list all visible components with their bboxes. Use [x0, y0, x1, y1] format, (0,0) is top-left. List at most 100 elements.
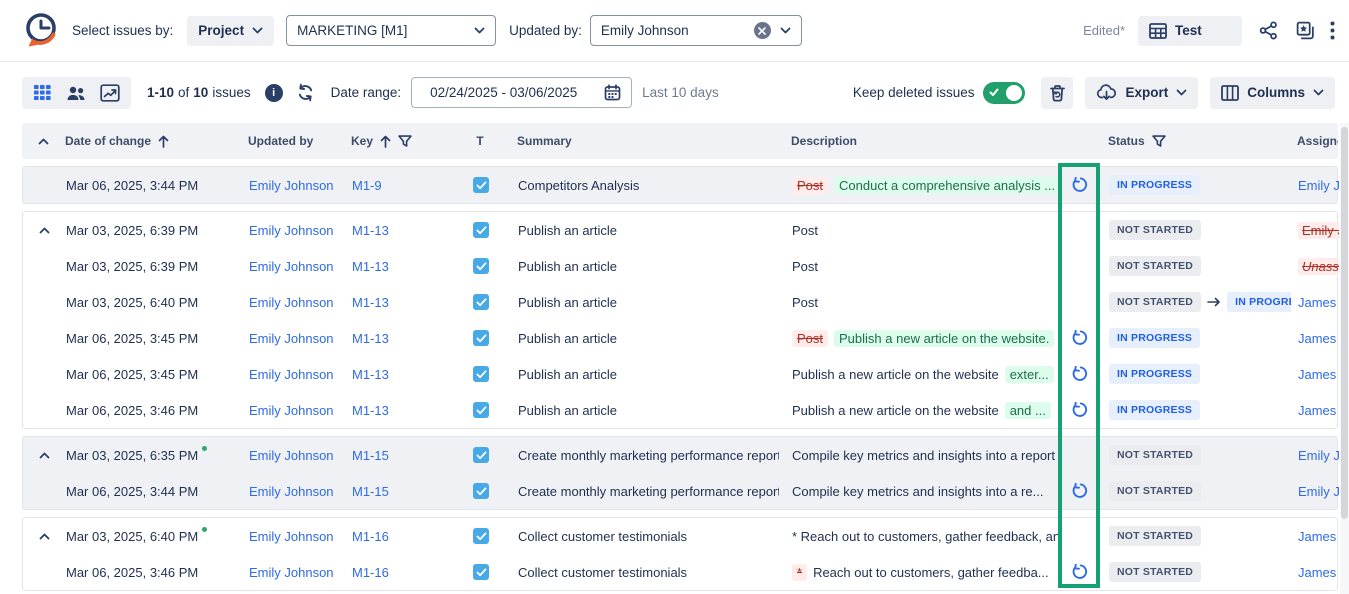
row-updated-by-link[interactable]: Emily Johnson: [249, 167, 352, 203]
header-status[interactable]: Status: [1100, 123, 1290, 159]
row-type-cell: [456, 320, 506, 356]
check-icon: [989, 88, 999, 97]
revert-button[interactable]: [1070, 400, 1091, 420]
row-collapse-cell: [23, 212, 66, 248]
row-summary: Publish an article: [506, 284, 779, 320]
vertical-scrollbar-thumb[interactable]: [1341, 127, 1348, 519]
row-updated-by-link[interactable]: Emily Johnson: [249, 320, 352, 356]
select-mode-value: Project: [198, 23, 244, 38]
row-updated-by-link[interactable]: Emily Johnson: [249, 248, 352, 284]
row-date: Mar 03, 2025, 6:35 PM: [66, 437, 249, 473]
header-key[interactable]: Key: [351, 123, 455, 159]
table-row[interactable]: Mar 06, 2025, 3:45 PM Emily Johnson M1-1…: [23, 320, 1337, 356]
table-row[interactable]: Mar 03, 2025, 6:35 PM Emily Johnson M1-1…: [23, 437, 1337, 473]
table-row[interactable]: Mar 03, 2025, 6:39 PM Emily Johnson M1-1…: [23, 248, 1337, 284]
header-updated-by[interactable]: Updated by: [248, 123, 351, 159]
assignee-link[interactable]: James: [1298, 367, 1336, 382]
table-row[interactable]: Mar 03, 2025, 6:40 PM Emily Johnson M1-1…: [23, 284, 1337, 320]
row-type-cell: [456, 248, 506, 284]
users-view-tab[interactable]: [59, 80, 93, 106]
header-type[interactable]: T: [455, 123, 505, 159]
status-badge: NOT STARTED: [1109, 445, 1201, 465]
table-view-tab[interactable]: [26, 80, 59, 105]
revert-button[interactable]: [1070, 364, 1091, 384]
row-description: Compile key metrics and insights into a …: [779, 437, 1059, 473]
clear-filter-icon[interactable]: [754, 22, 771, 39]
filter-icon[interactable]: [1152, 135, 1166, 148]
saved-views-button[interactable]: [1291, 16, 1320, 45]
info-icon[interactable]: i: [265, 84, 283, 102]
assignee-link[interactable]: James: [1298, 295, 1336, 310]
row-issue-key-link[interactable]: M1-15: [352, 437, 456, 473]
row-issue-key-link[interactable]: M1-13: [352, 356, 456, 392]
table-row[interactable]: Mar 06, 2025, 3:45 PM Emily Johnson M1-1…: [23, 356, 1337, 392]
select-mode-dropdown[interactable]: Project: [187, 16, 274, 46]
collapse-group-icon[interactable]: [39, 533, 50, 540]
row-issue-key-link[interactable]: M1-13: [352, 248, 456, 284]
header-description[interactable]: Description: [778, 123, 1058, 159]
collapse-all-icon[interactable]: [38, 138, 49, 145]
table-row[interactable]: Mar 06, 2025, 3:44 PM Emily Johnson M1-9…: [23, 167, 1337, 203]
collapse-group-icon[interactable]: [39, 452, 50, 459]
header-summary[interactable]: Summary: [505, 123, 778, 159]
assignee-link[interactable]: James: [1298, 529, 1336, 544]
header-date-of-change[interactable]: Date of change: [65, 123, 248, 159]
updated-by-select[interactable]: Emily Johnson: [590, 15, 802, 46]
row-updated-by-link[interactable]: Emily Johnson: [249, 212, 352, 248]
collapse-group-icon[interactable]: [39, 227, 50, 234]
row-issue-key-link[interactable]: M1-9: [352, 167, 456, 203]
saved-view-button[interactable]: Test: [1138, 16, 1242, 46]
revert-button[interactable]: [1070, 328, 1091, 348]
row-issue-key-link[interactable]: M1-16: [352, 518, 456, 554]
refresh-button[interactable]: [292, 79, 319, 106]
row-issue-key-link[interactable]: M1-13: [352, 284, 456, 320]
table-row[interactable]: Mar 03, 2025, 6:40 PM Emily Johnson M1-1…: [23, 518, 1337, 554]
row-updated-by-link[interactable]: Emily Johnson: [249, 437, 352, 473]
filter-icon[interactable]: [398, 135, 412, 148]
assignee-link[interactable]: James: [1298, 565, 1336, 580]
revert-button[interactable]: [1070, 175, 1091, 195]
keep-deleted-toggle[interactable]: [983, 82, 1025, 104]
table-row[interactable]: Mar 06, 2025, 3:46 PM Emily Johnson M1-1…: [23, 554, 1337, 590]
assignee-link[interactable]: Unassi: [1298, 258, 1339, 275]
sort-ascending-icon[interactable]: [380, 135, 391, 148]
trend-chart-icon: [100, 84, 120, 102]
row-updated-by-link[interactable]: Emily Johnson: [249, 284, 352, 320]
row-issue-key-link[interactable]: M1-16: [352, 554, 456, 590]
sort-ascending-icon[interactable]: [158, 135, 169, 148]
row-issue-key-link[interactable]: M1-13: [352, 212, 456, 248]
row-issue-key-link[interactable]: M1-13: [352, 320, 456, 356]
assignee-link[interactable]: Emily J: [1298, 178, 1339, 193]
row-issue-key-link[interactable]: M1-13: [352, 392, 456, 428]
revert-button[interactable]: [1070, 481, 1091, 501]
export-button[interactable]: Export: [1085, 77, 1198, 109]
row-revert-cell: [1059, 320, 1101, 356]
table-row[interactable]: Mar 06, 2025, 3:46 PM Emily Johnson M1-1…: [23, 392, 1337, 428]
assignee-link[interactable]: Emily J: [1298, 484, 1339, 499]
row-revert-cell: [1059, 356, 1101, 392]
header-assignee[interactable]: Assignee: [1290, 123, 1338, 159]
share-button[interactable]: [1254, 16, 1283, 45]
columns-button[interactable]: Columns: [1210, 77, 1335, 109]
more-menu-button[interactable]: [1326, 17, 1339, 44]
assignee-link[interactable]: James: [1298, 331, 1336, 346]
assignee-link[interactable]: Emily J: [1298, 222, 1339, 239]
project-select[interactable]: MARKETING [M1]: [286, 15, 496, 46]
chart-view-tab[interactable]: [93, 80, 127, 106]
row-collapse-cell: [23, 248, 66, 284]
assignee-link[interactable]: James: [1298, 403, 1336, 418]
revert-button[interactable]: [1070, 562, 1091, 582]
row-updated-by-link[interactable]: Emily Johnson: [249, 356, 352, 392]
row-updated-by-link[interactable]: Emily Johnson: [249, 554, 352, 590]
row-updated-by-link[interactable]: Emily Johnson: [249, 518, 352, 554]
assignee-link[interactable]: Emily J: [1298, 448, 1339, 463]
deleted-issues-button[interactable]: [1041, 77, 1073, 109]
row-updated-by-link[interactable]: Emily Johnson: [249, 473, 352, 509]
row-issue-key-link[interactable]: M1-15: [352, 473, 456, 509]
row-date: Mar 03, 2025, 6:39 PM: [66, 212, 249, 248]
row-description: * Reach out to customers, gather feedbac…: [779, 518, 1059, 554]
table-row[interactable]: Mar 03, 2025, 6:39 PM Emily Johnson M1-1…: [23, 212, 1337, 248]
date-range-input[interactable]: 02/24/2025 - 03/06/2025: [411, 77, 632, 108]
table-row[interactable]: Mar 06, 2025, 3:44 PM Emily Johnson M1-1…: [23, 473, 1337, 509]
row-updated-by-link[interactable]: Emily Johnson: [249, 392, 352, 428]
